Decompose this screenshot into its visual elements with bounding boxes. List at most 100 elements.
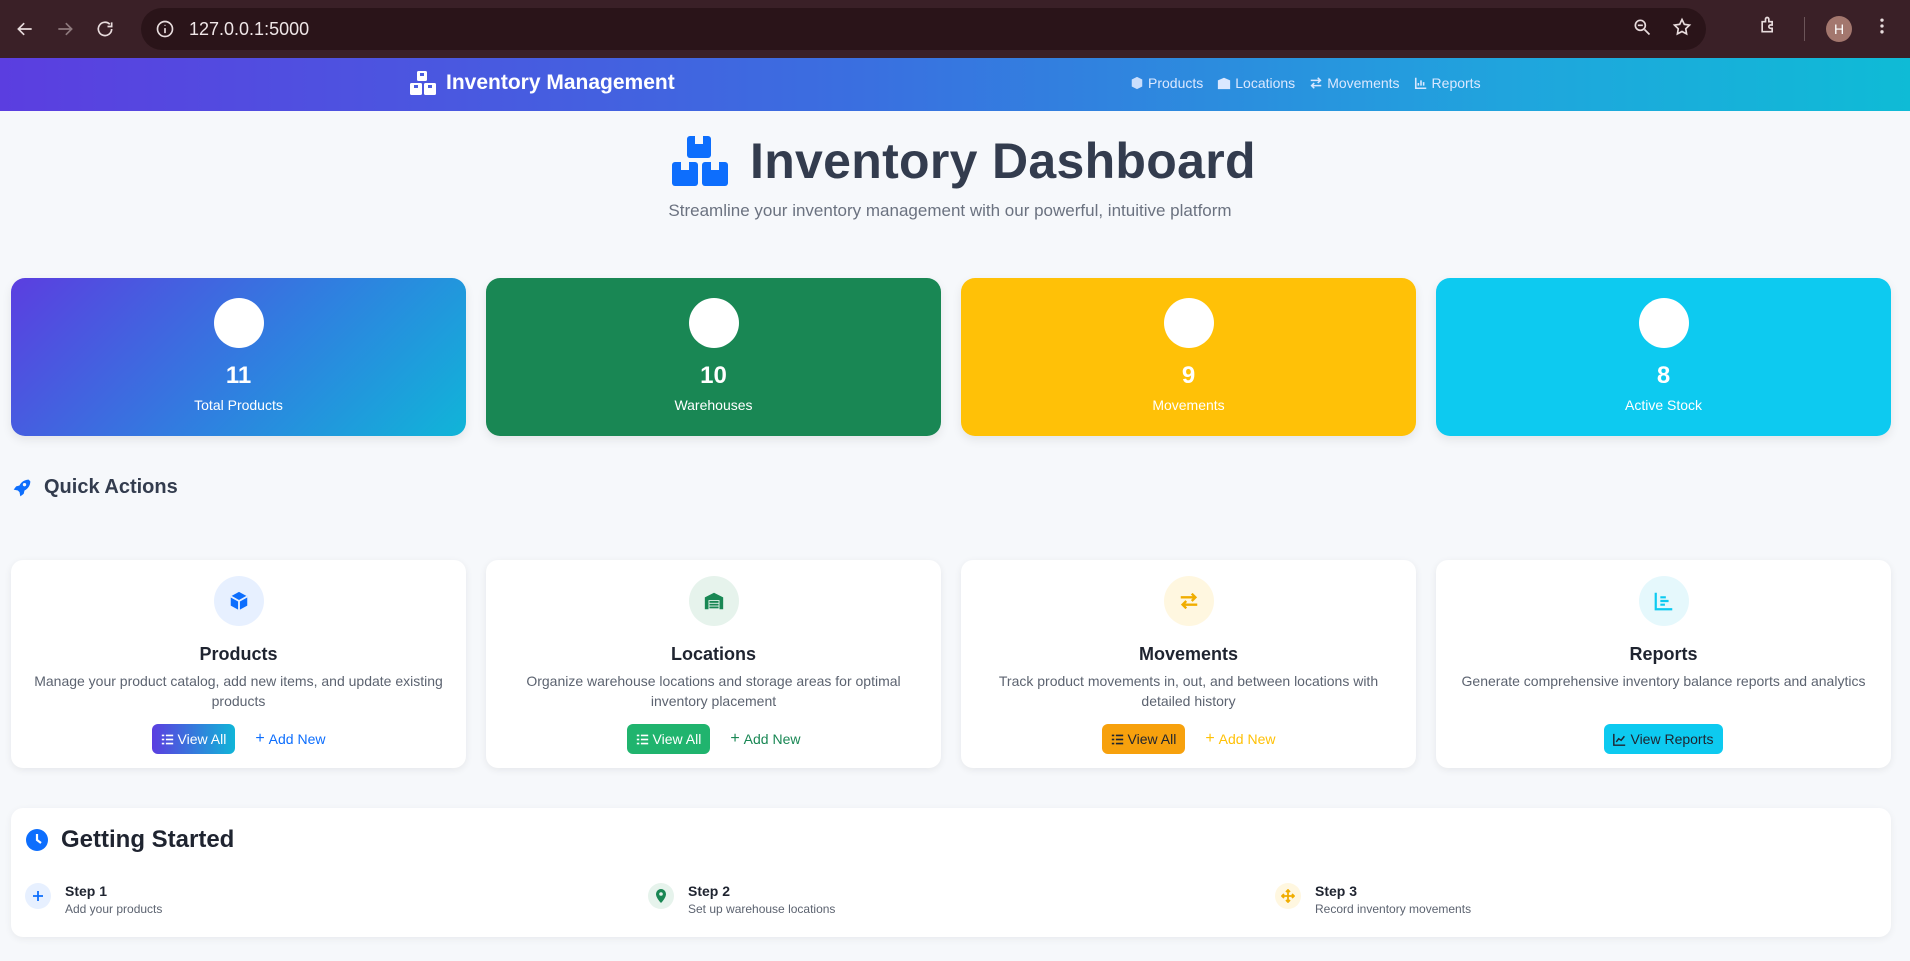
movements-view-all-button[interactable]: View All — [1101, 724, 1186, 754]
stat-icon-circle — [1639, 298, 1689, 348]
forward-button[interactable] — [50, 14, 80, 44]
exchange-icon — [1310, 77, 1322, 89]
move-arrows-icon — [1275, 883, 1301, 909]
warehouse-icon — [1218, 77, 1231, 90]
app-navbar: Inventory Management Products Locations … — [0, 58, 1910, 111]
brand-title: Inventory Management — [446, 71, 675, 94]
stat-card-movements: 9 Movements — [961, 278, 1416, 436]
toolbar-divider — [1804, 17, 1805, 41]
list-icon — [1111, 734, 1123, 744]
brand-link[interactable]: Inventory Management — [410, 71, 675, 95]
bookmark-star-icon[interactable] — [1672, 17, 1692, 42]
arrow-left-icon — [17, 22, 32, 36]
reload-button[interactable] — [90, 14, 120, 44]
button-label: View Reports — [1630, 731, 1714, 747]
stat-label: Active Stock — [1624, 397, 1703, 413]
plus-icon: + — [1205, 730, 1215, 747]
movements-add-new-link[interactable]: + Add New — [1205, 730, 1275, 748]
plus-icon: + — [730, 730, 740, 747]
stat-icon-circle — [214, 298, 264, 348]
action-card-products: Products Manage your product catalog, ad… — [11, 560, 466, 768]
step-title: Step 1 — [65, 883, 108, 899]
step-description: Record inventory movements — [1315, 902, 1472, 916]
back-button[interactable] — [10, 14, 40, 44]
action-card-movements: Movements Track product movements in, ou… — [961, 560, 1416, 768]
stat-value: 11 — [225, 362, 252, 389]
more-menu-icon[interactable] — [1872, 16, 1892, 41]
zoom-icon[interactable] — [1632, 17, 1652, 42]
boxes-icon — [410, 71, 436, 95]
link-label: Add New — [1218, 731, 1276, 747]
chart-icon — [1414, 77, 1426, 90]
nav-link-label: Reports — [1431, 75, 1481, 91]
stat-icon-circle — [689, 298, 739, 348]
stat-card-active-stock: 8 Active Stock — [1436, 278, 1891, 436]
line-chart-icon — [1613, 733, 1626, 746]
nav-link-label: Movements — [1327, 75, 1400, 91]
stat-label: Movements — [1152, 397, 1225, 413]
action-card-locations: Locations Organize warehouse locations a… — [486, 560, 941, 768]
extensions-icon[interactable] — [1758, 15, 1778, 40]
nav-link-label: Locations — [1235, 75, 1296, 91]
arrow-right-icon — [58, 22, 73, 36]
stat-icon-circle — [1164, 298, 1214, 348]
card-title: Reports — [1629, 644, 1698, 664]
step-description: Set up warehouse locations — [688, 902, 836, 916]
stat-card-total-products: 11 Total Products — [11, 278, 466, 436]
step-description: Add your products — [65, 902, 163, 916]
products-icon-circle — [214, 576, 264, 626]
bar-chart-icon — [1654, 592, 1673, 611]
card-title: Movements — [1138, 644, 1239, 664]
address-bar[interactable]: 127.0.0.1:5000 — [141, 8, 1706, 50]
card-description: Organize warehouse locations and storage… — [526, 673, 901, 709]
action-card-reports: Reports Generate comprehensive inventory… — [1436, 560, 1891, 768]
stat-label: Total Products — [194, 397, 283, 413]
step-title: Step 3 — [1315, 883, 1358, 899]
boxes-icon — [672, 136, 728, 186]
locations-add-new-link[interactable]: + Add New — [730, 730, 800, 748]
view-reports-button[interactable]: View Reports — [1604, 724, 1723, 754]
reload-icon — [97, 21, 113, 37]
nav-link-products[interactable]: Products — [1130, 75, 1203, 91]
plus-icon: + — [255, 730, 265, 747]
rocket-icon — [13, 479, 31, 496]
nav-link-locations[interactable]: Locations — [1217, 75, 1295, 91]
getting-started-heading: Getting Started — [25, 826, 234, 854]
browser-toolbar: 127.0.0.1:5000 H — [0, 0, 1910, 58]
url-text: 127.0.0.1:5000 — [189, 18, 310, 39]
products-view-all-button[interactable]: View All — [151, 724, 236, 754]
nav-link-reports[interactable]: Reports — [1414, 75, 1481, 91]
nav-links: Products Locations Movements Reports — [1130, 75, 1481, 91]
quick-actions-heading: Quick Actions — [12, 476, 178, 499]
clock-icon — [26, 829, 48, 851]
warehouse-icon — [704, 592, 724, 610]
page-title: Inventory Dashboard — [750, 133, 1256, 189]
stat-card-warehouses: 10 Warehouses — [486, 278, 941, 436]
profile-avatar[interactable]: H — [1826, 16, 1852, 42]
products-add-new-link[interactable]: + Add New — [255, 730, 325, 748]
section-title: Quick Actions — [44, 476, 178, 498]
stat-value: 9 — [1181, 362, 1196, 389]
hero-heading: Inventory Dashboard — [672, 132, 1256, 190]
site-info-icon[interactable] — [153, 17, 177, 41]
locations-icon-circle — [689, 576, 739, 626]
cube-icon — [230, 591, 248, 611]
link-label: Add New — [268, 731, 326, 747]
page-subtitle: Streamline your inventory management wit… — [668, 201, 1232, 220]
stat-value: 8 — [1656, 362, 1671, 389]
button-label: View All — [177, 731, 227, 747]
link-label: Add New — [743, 731, 801, 747]
card-description: Track product movements in, out, and bet… — [998, 673, 1379, 709]
card-description: Manage your product catalog, add new ite… — [34, 673, 443, 709]
nav-link-label: Products — [1148, 75, 1204, 91]
map-pin-icon — [648, 883, 674, 909]
button-label: View All — [652, 731, 702, 747]
box-icon — [1131, 76, 1143, 90]
locations-view-all-button[interactable]: View All — [626, 724, 711, 754]
step-2: Step 2 Set up warehouse locations — [648, 874, 835, 916]
step-1: Step 1 Add your products — [25, 874, 162, 916]
exchange-icon — [1180, 592, 1198, 610]
list-icon — [161, 734, 173, 744]
button-label: View All — [1127, 731, 1177, 747]
nav-link-movements[interactable]: Movements — [1309, 75, 1400, 91]
